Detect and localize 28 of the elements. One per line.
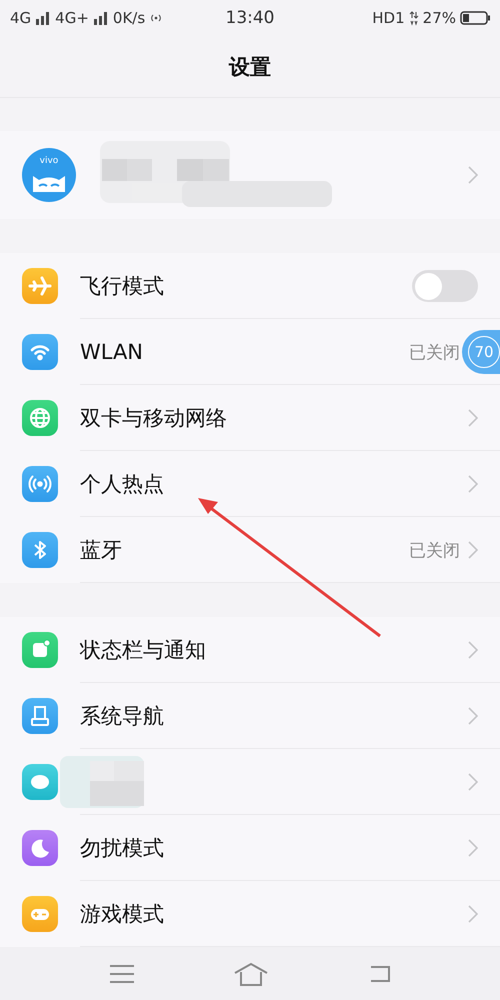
settings-item[interactable]: 飞行模式: [0, 253, 500, 319]
status-value: 已关闭: [409, 342, 460, 364]
settings-item[interactable]: 状态栏与通知: [0, 617, 500, 683]
settings-item[interactable]: 系统导航: [0, 683, 500, 749]
status-text: 0K/s: [112, 9, 146, 27]
status-text: HD1: [372, 9, 405, 27]
settings-item[interactable]: 个人热点: [0, 451, 500, 517]
item-label: WLAN: [80, 340, 144, 364]
status-text: 4G+: [55, 9, 89, 27]
item-label: 勿扰模式: [80, 835, 165, 862]
item-label: 双卡与移动网络: [80, 405, 228, 432]
item-label: 飞行模式: [80, 273, 165, 300]
settings-item[interactable]: 双卡与移动网络: [0, 385, 500, 451]
settings-item[interactable]: 游戏模式: [0, 881, 500, 947]
battery-percent: 27%: [422, 9, 456, 27]
settings-item[interactable]: WLAN 已关闭 70: [0, 319, 500, 385]
page-title: 设置: [229, 54, 271, 80]
item-label: 系统导航: [80, 703, 165, 730]
item-label: 游戏模式: [80, 901, 165, 928]
avatar-icon: vivo: [22, 148, 76, 202]
item-label: 蓝牙: [80, 537, 123, 564]
item-label: 个人热点: [80, 471, 165, 498]
clock: 13:40: [226, 8, 274, 28]
settings-item[interactable]: 蓝牙 已关闭: [0, 517, 500, 583]
status-value: 已关闭: [409, 540, 460, 562]
item-label: 状态栏与通知: [80, 637, 207, 664]
settings-item[interactable]: 勿扰模式: [0, 815, 500, 881]
status-text: 4G: [10, 9, 32, 27]
